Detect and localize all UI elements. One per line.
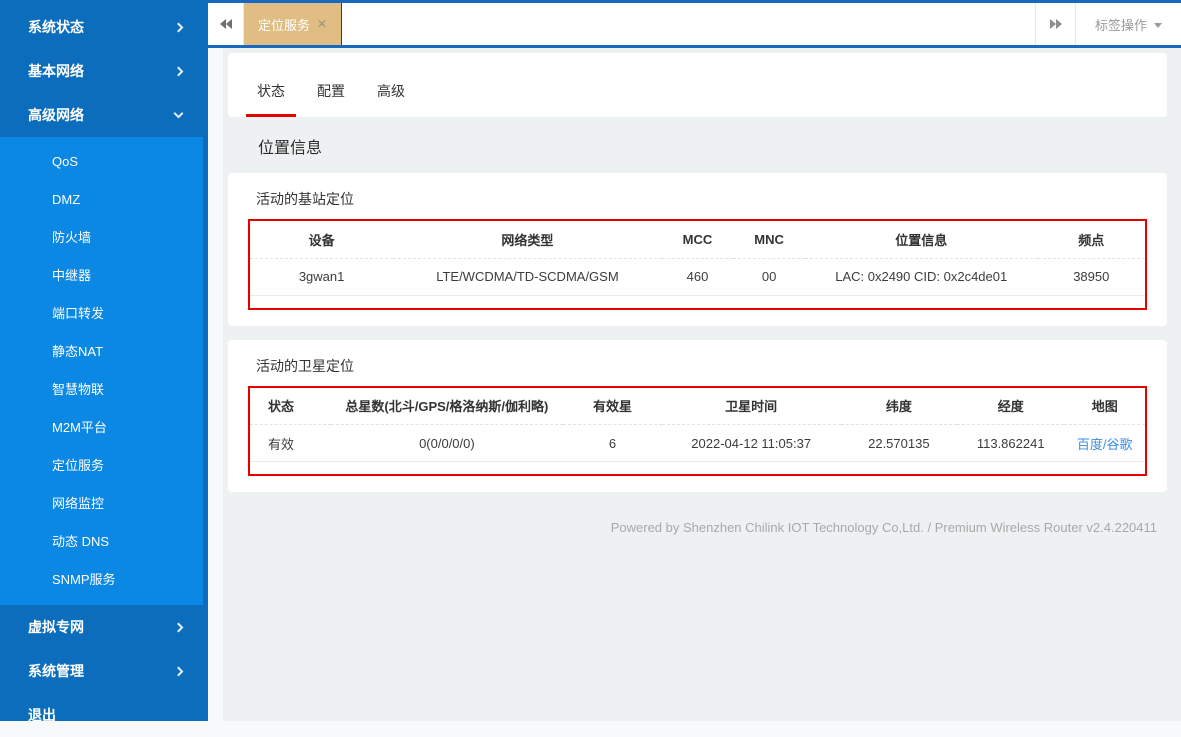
content-tabs: 状态配置高级 xyxy=(228,53,1167,117)
chevron-right-icon xyxy=(174,22,184,32)
table-cell: LTE/WCDMA/TD-SCDMA/GSM xyxy=(393,258,662,295)
content-area: 状态配置高级 位置信息 活动的基站定位设备网络类型MCCMNC位置信息频点3gw… xyxy=(208,48,1181,721)
table-cell: 0(0/0/0/0) xyxy=(331,425,564,462)
column-header: 地图 xyxy=(1064,388,1145,425)
tab-operations-dropdown[interactable]: 标签操作 xyxy=(1075,3,1181,45)
chevron-down-icon xyxy=(1154,23,1162,28)
table-cell: 113.862241 xyxy=(957,425,1064,462)
table-cell: 3gwan1 xyxy=(250,258,393,295)
column-header: 设备 xyxy=(250,221,393,258)
scroll-tabs-right-button[interactable] xyxy=(1035,3,1075,45)
submenu-advanced-network: QoSDMZ防火墙中继器端口转发静态NAT智慧物联M2M平台定位服务网络监控动态… xyxy=(0,137,203,605)
sidebar: 系统状态基本网络高级网络 QoSDMZ防火墙中继器端口转发静态NAT智慧物联M2M… xyxy=(0,0,208,721)
sidebar-item-vpn[interactable]: 虚拟专网 xyxy=(0,605,208,649)
sidebar-subitem-static-nat[interactable]: 静态NAT xyxy=(0,333,203,371)
double-right-arrow-icon xyxy=(1056,19,1062,29)
sidebar-item-label: 虚拟专网 xyxy=(28,617,84,637)
content-tab-status[interactable]: 状态 xyxy=(246,81,296,117)
table-cell: 22.570135 xyxy=(841,425,957,462)
content-panel: 状态配置高级 位置信息 活动的基站定位设备网络类型MCCMNC位置信息频点3gw… xyxy=(223,48,1181,721)
sidebar-subitem-repeater[interactable]: 中继器 xyxy=(0,257,203,295)
column-header: 频点 xyxy=(1038,221,1145,258)
sidebar-item-label: 系统管理 xyxy=(28,661,84,681)
footer-text: Powered by Shenzhen Chilink IOT Technolo… xyxy=(228,520,1167,535)
table-header-row: 状态总星数(北斗/GPS/格洛纳斯/伽利略)有效星卫星时间纬度经度地图 xyxy=(250,388,1145,425)
tab-operations-label: 标签操作 xyxy=(1095,15,1147,34)
close-tab-icon[interactable]: ✕ xyxy=(317,17,327,31)
table-satellite: 状态总星数(北斗/GPS/格洛纳斯/伽利略)有效星卫星时间纬度经度地图有效0(0… xyxy=(250,388,1145,463)
table-header-row: 设备网络类型MCCMNC位置信息频点 xyxy=(250,221,1145,258)
column-header: MCC xyxy=(662,221,734,258)
content-tab-advanced[interactable]: 高级 xyxy=(366,81,416,117)
sidebar-item-label: 高级网络 xyxy=(28,105,84,125)
main-area: 定位服务 ✕ 标签操作 状态配置高级 位置信息 活动的基站定位设备网络类型MCC… xyxy=(208,0,1181,721)
sidebar-item-system-admin[interactable]: 系统管理 xyxy=(0,649,208,693)
table-row: 有效0(0/0/0/0)62022-04-12 11:05:3722.57013… xyxy=(250,425,1145,462)
sidebar-subitem-snmp-service[interactable]: SNMP服务 xyxy=(0,561,203,599)
table-cell: 460 xyxy=(662,258,734,295)
tab-bar: 定位服务 ✕ 标签操作 xyxy=(208,0,1181,48)
chevron-right-icon xyxy=(174,666,184,676)
column-header: 总星数(北斗/GPS/格洛纳斯/伽利略) xyxy=(331,388,564,425)
map-link-baidu[interactable]: 百度 xyxy=(1077,437,1103,452)
double-left-arrow-icon xyxy=(226,19,232,29)
table-cell: LAC: 0x2490 CID: 0x2c4de01 xyxy=(805,258,1038,295)
map-link-google[interactable]: 谷歌 xyxy=(1107,437,1133,452)
section-title-base-station: 活动的基站定位 xyxy=(256,189,1147,209)
sidebar-subitem-network-monitor[interactable]: 网络监控 xyxy=(0,485,203,523)
column-header: 位置信息 xyxy=(805,221,1038,258)
sidebar-item-label: 系统状态 xyxy=(28,17,84,37)
sidebar-subitem-m2m-platform[interactable]: M2M平台 xyxy=(0,409,203,447)
tab-location-service[interactable]: 定位服务 ✕ xyxy=(244,3,342,45)
column-header: 状态 xyxy=(250,388,331,425)
sidebar-item-label: 退出 xyxy=(28,705,56,725)
sidebar-subitem-location-service[interactable]: 定位服务 xyxy=(0,447,203,485)
section-base-station: 活动的基站定位设备网络类型MCCMNC位置信息频点3gwan1LTE/WCDMA… xyxy=(228,173,1167,326)
column-header: 纬度 xyxy=(841,388,957,425)
sidebar-item-label: 基本网络 xyxy=(28,61,84,81)
sidebar-item-logout[interactable]: 退出 xyxy=(0,693,208,737)
column-header: 经度 xyxy=(957,388,1064,425)
highlight-box-satellite: 状态总星数(北斗/GPS/格洛纳斯/伽利略)有效星卫星时间纬度经度地图有效0(0… xyxy=(248,386,1147,477)
sidebar-item-system-status[interactable]: 系统状态 xyxy=(0,5,208,49)
table-cell: 2022-04-12 11:05:37 xyxy=(662,425,841,462)
highlight-box-base-station: 设备网络类型MCCMNC位置信息频点3gwan1LTE/WCDMA/TD-SCD… xyxy=(248,219,1147,310)
sections-container: 活动的基站定位设备网络类型MCCMNC位置信息频点3gwan1LTE/WCDMA… xyxy=(228,173,1167,492)
content-tab-config[interactable]: 配置 xyxy=(306,81,356,117)
chevron-down-icon xyxy=(174,109,184,119)
sidebar-subitem-port-forwarding[interactable]: 端口转发 xyxy=(0,295,203,333)
table-cell: 百度/谷歌 xyxy=(1064,425,1145,462)
sidebar-subitem-dmz[interactable]: DMZ xyxy=(0,181,203,219)
tabbar-spacer xyxy=(342,3,1035,45)
table-cell: 6 xyxy=(563,425,661,462)
table-cell: 有效 xyxy=(250,425,331,462)
section-title-satellite: 活动的卫星定位 xyxy=(256,356,1147,376)
chevron-right-icon xyxy=(174,622,184,632)
sidebar-item-advanced-network[interactable]: 高级网络 xyxy=(0,93,208,137)
tab-label: 定位服务 xyxy=(258,15,310,34)
sidebar-subitem-dynamic-dns[interactable]: 动态 DNS xyxy=(0,523,203,561)
column-header: 有效星 xyxy=(563,388,661,425)
table-cell: 00 xyxy=(733,258,805,295)
scroll-tabs-left-button[interactable] xyxy=(208,3,244,45)
page-title: 位置信息 xyxy=(258,134,1167,158)
column-header: 卫星时间 xyxy=(662,388,841,425)
table-row: 3gwan1LTE/WCDMA/TD-SCDMA/GSM46000LAC: 0x… xyxy=(250,258,1145,295)
column-header: 网络类型 xyxy=(393,221,662,258)
table-cell: 38950 xyxy=(1038,258,1145,295)
chevron-right-icon xyxy=(174,66,184,76)
section-satellite: 活动的卫星定位状态总星数(北斗/GPS/格洛纳斯/伽利略)有效星卫星时间纬度经度… xyxy=(228,340,1167,493)
sidebar-subitem-smart-iot[interactable]: 智慧物联 xyxy=(0,371,203,409)
sidebar-subitem-firewall[interactable]: 防火墙 xyxy=(0,219,203,257)
table-base-station: 设备网络类型MCCMNC位置信息频点3gwan1LTE/WCDMA/TD-SCD… xyxy=(250,221,1145,296)
sidebar-item-basic-network[interactable]: 基本网络 xyxy=(0,49,208,93)
sidebar-subitem-qos[interactable]: QoS xyxy=(0,143,203,181)
column-header: MNC xyxy=(733,221,805,258)
